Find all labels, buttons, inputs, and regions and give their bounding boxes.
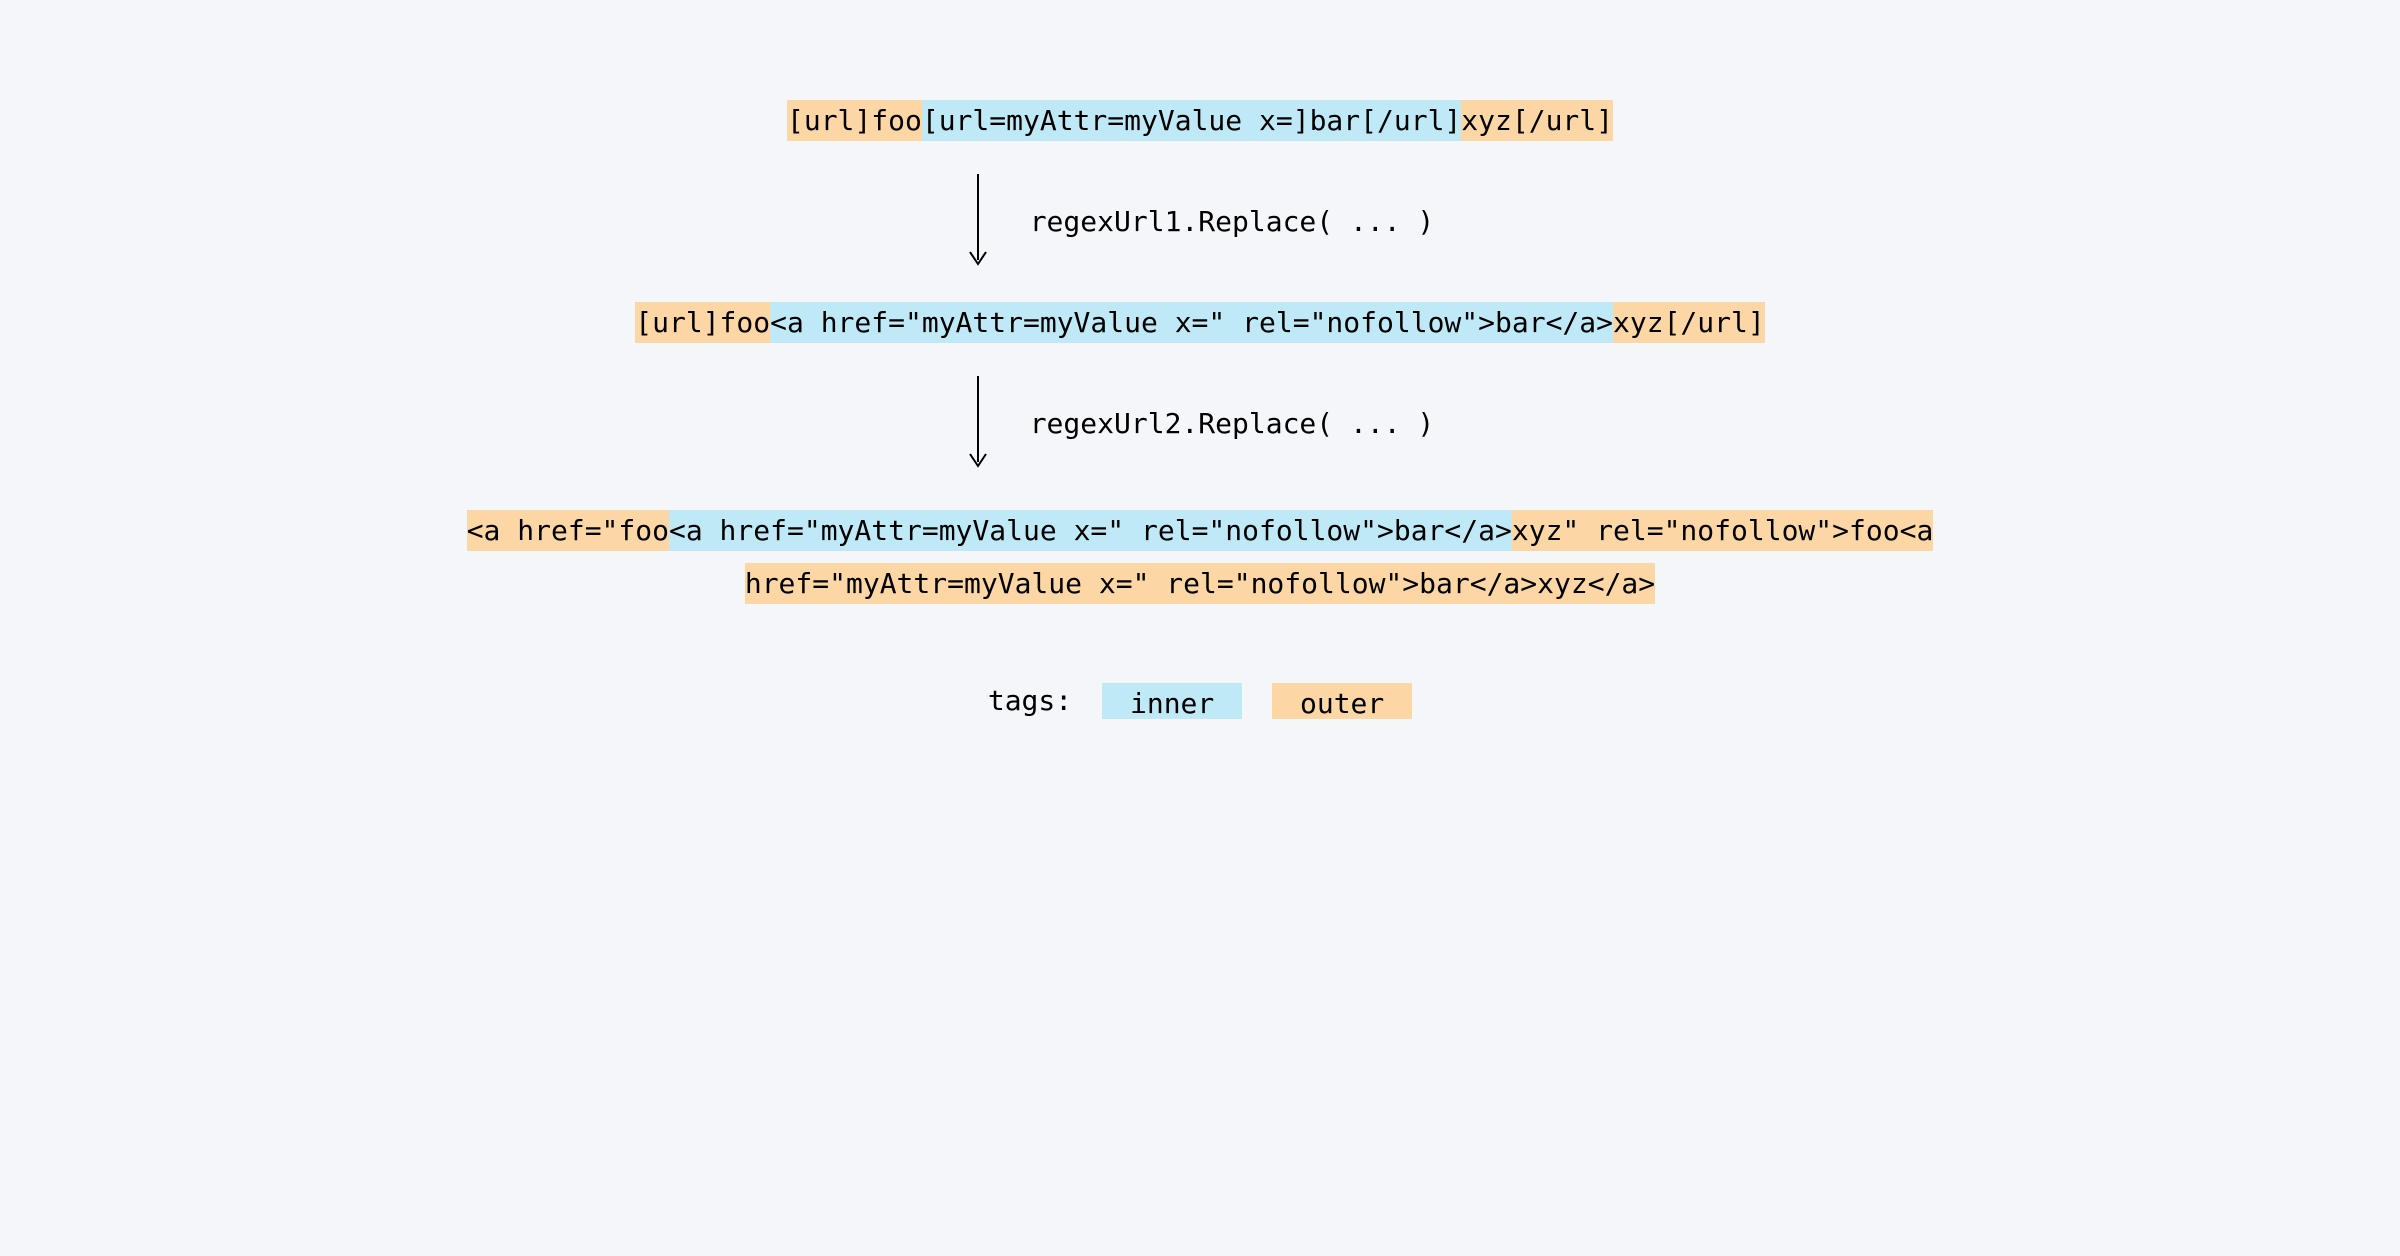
row1-inner: [url=myAttr=myValue x=]bar[/url] [922, 100, 1461, 141]
row2-outer-close: xyz[/url] [1613, 302, 1765, 343]
row1-outer-open: [url]foo [787, 100, 922, 141]
step2-label: regexUrl2.Replace( ... ) [1030, 403, 1435, 445]
step1-label: regexUrl1.Replace( ... ) [1030, 201, 1435, 243]
row3-inner: <a href="myAttr=myValue x=" rel="nofollo… [669, 510, 1512, 551]
arrow-down-icon [966, 174, 990, 270]
stage-1-bbcode: [url]foo[url=myAttr=myValue x=]bar[/url]… [0, 100, 2400, 142]
legend-outer-swatch: outer [1272, 683, 1412, 719]
legend-inner-swatch: inner [1102, 683, 1242, 719]
legend: tags: inner outer [0, 680, 2400, 722]
stage-2-partial: [url]foo<a href="myAttr=myValue x=" rel=… [0, 302, 2400, 344]
transform-step-2: regexUrl2.Replace( ... ) [0, 376, 2400, 472]
legend-title: tags: [988, 680, 1072, 722]
row1-outer-close: xyz[/url] [1461, 100, 1613, 141]
row2-outer-open: [url]foo [635, 302, 770, 343]
transform-step-1: regexUrl1.Replace( ... ) [0, 174, 2400, 270]
stage-3-html: <a href="foo<a href="myAttr=myValue x=" … [335, 504, 2065, 610]
row2-inner: <a href="myAttr=myValue x=" rel="nofollo… [770, 302, 1613, 343]
arrow-down-icon [966, 376, 990, 472]
row3-outer-open: <a href="foo [467, 510, 669, 551]
